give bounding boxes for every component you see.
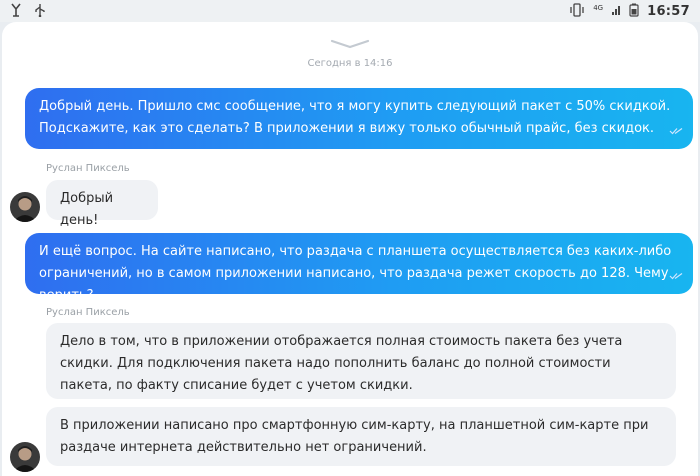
battery-icon (629, 3, 639, 20)
status-bar: 4G 16:57 (0, 0, 700, 22)
outgoing-message[interactable]: Добрый день. Пришло смс сообщение, что я… (25, 88, 693, 149)
sender-name: Руслан Пиксель (46, 307, 130, 318)
message-text: В приложении написано про смартфонную си… (60, 418, 649, 455)
incoming-message[interactable]: В приложении написано про смартфонную си… (46, 407, 676, 466)
notification-icon (10, 3, 22, 20)
sender-name: Руслан Пиксель (46, 163, 130, 174)
network-type: 4G (593, 3, 604, 12)
incoming-message[interactable]: Дело в том, что в приложении отображаетс… (46, 323, 676, 399)
signal-icon (611, 4, 621, 19)
usb-icon (34, 3, 46, 20)
read-checkmark-icon (669, 266, 683, 288)
clock: 16:57 (647, 4, 690, 19)
message-text: Добрый день. Пришло смс сообщение, что я… (39, 99, 671, 136)
incoming-message[interactable]: Добрый день! (46, 180, 158, 228)
vibrate-icon (569, 3, 585, 20)
avatar[interactable] (10, 192, 40, 222)
read-checkmark-icon (669, 121, 683, 143)
collapse-chevron-icon[interactable] (330, 34, 370, 53)
avatar[interactable] (10, 442, 40, 472)
outgoing-message[interactable]: И ещё вопрос. На сайте написано, что раз… (25, 233, 693, 303)
message-text: Дело в том, что в приложении отображаетс… (60, 334, 623, 393)
date-separator: Сегодня в 14:16 (307, 58, 393, 69)
